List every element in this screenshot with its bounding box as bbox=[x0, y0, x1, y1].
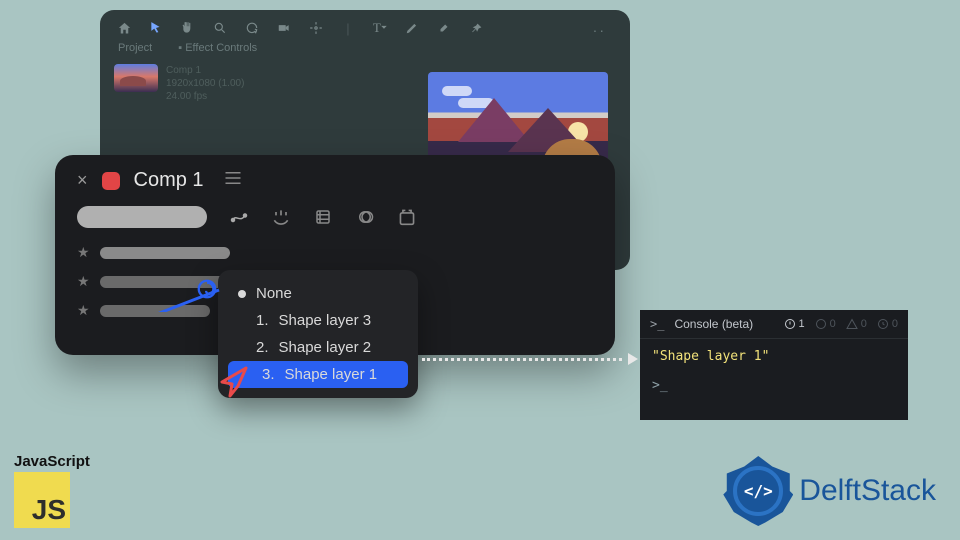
pin-tool-icon[interactable] bbox=[468, 20, 484, 36]
camera-tool-icon[interactable] bbox=[276, 20, 292, 36]
tab-project[interactable]: Project bbox=[118, 42, 152, 54]
zoom-tool-icon[interactable] bbox=[212, 20, 228, 36]
dropdown-idx: 3. bbox=[262, 366, 275, 383]
motion-blur-icon[interactable] bbox=[355, 207, 375, 227]
dropdown-item-selected[interactable]: 3. Shape layer 1 bbox=[228, 361, 408, 388]
graph-editor-icon[interactable] bbox=[229, 207, 249, 227]
layer-name-bar bbox=[100, 247, 230, 259]
brush-tool-icon[interactable] bbox=[436, 20, 452, 36]
comp-name: Comp 1 bbox=[166, 64, 244, 77]
console-prompt[interactable]: >_ bbox=[640, 374, 908, 397]
js-icon: JS bbox=[14, 472, 70, 528]
console-header: >_ Console (beta) 1 0 0 0 bbox=[640, 310, 908, 339]
time-badge[interactable]: 0 bbox=[877, 318, 898, 330]
anchor-tool-icon[interactable] bbox=[308, 20, 324, 36]
dropdown-item[interactable]: 1. Shape layer 3 bbox=[222, 307, 414, 334]
dropdown-label: Shape layer 3 bbox=[279, 312, 372, 329]
divider: | bbox=[340, 20, 356, 36]
console-panel: >_ Console (beta) 1 0 0 0 "Shape layer 1… bbox=[640, 310, 908, 420]
dropdown-idx: 1. bbox=[256, 312, 269, 329]
error-badge[interactable]: 1 bbox=[784, 318, 805, 330]
console-output: "Shape layer 1" bbox=[640, 339, 908, 374]
info-badge[interactable]: 0 bbox=[815, 318, 836, 330]
pen-tool-icon[interactable] bbox=[404, 20, 420, 36]
comp-thumbnail[interactable] bbox=[114, 64, 158, 92]
dropdown-idx: 2. bbox=[256, 339, 269, 356]
delftstack-badge-icon: </> bbox=[723, 456, 793, 526]
dropdown-item-none[interactable]: None bbox=[222, 280, 414, 307]
comp-fps: 24.00 fps bbox=[166, 90, 244, 103]
home-icon[interactable] bbox=[116, 20, 132, 36]
close-icon[interactable]: × bbox=[77, 170, 88, 191]
arrowhead-icon bbox=[628, 353, 638, 365]
draft-3d-icon[interactable] bbox=[397, 207, 417, 227]
tab-effect-controls[interactable]: ▪ Effect Controls bbox=[178, 42, 257, 54]
warn-badge[interactable]: 0 bbox=[846, 318, 867, 330]
ae-tabs: Project ▪ Effect Controls bbox=[100, 42, 630, 60]
search-input[interactable] bbox=[77, 206, 207, 228]
frame-blend-icon[interactable] bbox=[313, 207, 333, 227]
ae-toolbar: | T⏷ bbox=[100, 10, 630, 42]
cursor-pointer-icon bbox=[216, 364, 252, 400]
star-icon[interactable]: ★ bbox=[77, 244, 90, 261]
bullet-icon bbox=[238, 290, 246, 298]
star-icon[interactable]: ★ bbox=[77, 273, 90, 290]
dropdown-label: Shape layer 2 bbox=[279, 339, 372, 356]
flow-arrow bbox=[422, 358, 632, 360]
javascript-label: JavaScript bbox=[14, 453, 90, 470]
hamburger-icon[interactable] bbox=[224, 171, 242, 190]
timeline-header: × Comp 1 bbox=[55, 155, 615, 202]
layer-row[interactable]: ★ bbox=[55, 238, 615, 267]
dropdown-label: None bbox=[256, 285, 292, 302]
overflow-icon[interactable]: ·· bbox=[593, 22, 606, 38]
comp-dims: 1920x1080 (1.00) bbox=[166, 77, 244, 90]
shy-icon[interactable] bbox=[271, 207, 291, 227]
hand-tool-icon[interactable] bbox=[180, 20, 196, 36]
text-tool-icon[interactable]: T⏷ bbox=[372, 20, 388, 36]
dropdown-item[interactable]: 2. Shape layer 2 bbox=[222, 334, 414, 361]
comp-meta: Comp 1 1920x1080 (1.00) 24.00 fps bbox=[166, 64, 244, 103]
star-icon[interactable]: ★ bbox=[77, 302, 90, 319]
rotate-tool-icon[interactable] bbox=[244, 20, 260, 36]
timeline-title: Comp 1 bbox=[134, 169, 204, 192]
selection-tool-icon[interactable] bbox=[148, 20, 164, 36]
delftstack-logo: </> DelftStack bbox=[723, 456, 936, 526]
prompt-icon: >_ bbox=[650, 317, 664, 331]
delftstack-name: DelftStack bbox=[799, 474, 936, 508]
comp-color-chip bbox=[102, 172, 120, 190]
link-line bbox=[155, 288, 225, 312]
javascript-logo: JavaScript JS bbox=[14, 453, 90, 528]
timeline-toolbar bbox=[55, 202, 615, 238]
console-title: Console (beta) bbox=[674, 317, 753, 331]
dropdown-label: Shape layer 1 bbox=[285, 366, 378, 383]
